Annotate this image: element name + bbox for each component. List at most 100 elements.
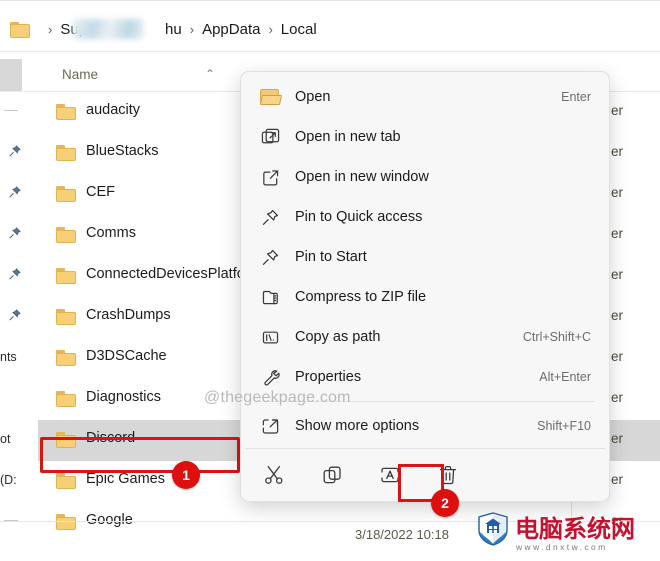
file-type-label: er [611,431,624,446]
file-type-label: er [611,185,624,200]
menu-action-toolbar [245,449,605,501]
open-folder-icon [255,87,285,107]
file-name-label: Diagnostics [86,389,161,405]
pin-icon [8,308,22,322]
status-divider [0,521,660,522]
file-name-label: audacity [86,102,141,118]
window-top-divider [0,0,660,1]
file-type-label: er [611,267,624,282]
pin-icon [255,247,285,267]
pin-icon [8,267,22,281]
folder-icon [56,186,78,203]
wrench-icon [255,367,285,387]
folder-icon [56,268,78,285]
nav-item-label[interactable]: nts [0,350,17,364]
chevron-up-icon[interactable]: ⌃ [205,68,215,80]
breadcrumb-item-appdata[interactable]: AppData [202,21,260,38]
menu-item-pin-to-quick-access[interactable]: Pin to Quick access [245,197,605,237]
file-type-label: er [611,103,624,118]
menu-item-label: Compress to ZIP file [295,289,427,305]
file-name-label: CrashDumps [86,307,171,323]
menu-item-shortcut: Alt+Enter [539,370,591,384]
file-type-label: er [611,472,624,487]
menu-item-show-more-options[interactable]: Show more options Shift+F10 [245,406,605,446]
menu-item-label: Show more options [295,418,420,434]
menu-item-shortcut: Enter [561,90,591,104]
file-type-label: er [611,226,624,241]
copy-path-icon [255,327,285,347]
menu-item-label: Copy as path [295,329,381,345]
file-name-label: ConnectedDevicesPlatfor [86,266,250,282]
folder-icon [56,145,78,162]
folder-icon [56,432,78,449]
menu-item-properties[interactable]: Properties Alt+Enter [245,357,605,397]
file-name-label: D3DSCache [86,348,167,364]
annotation-badge-1: 1 [172,461,200,489]
file-name-label: Google [86,512,133,528]
breadcrumb-user-suffix: hu [165,21,182,38]
menu-item-label: Open in new tab [295,129,401,145]
file-type-label: er [611,349,624,364]
folder-icon [56,514,78,531]
select-all-checkbox[interactable] [0,59,22,91]
new-tab-icon [255,127,285,147]
breadcrumb-item-local[interactable]: Local [281,21,317,38]
address-bar[interactable]: › Suphu › AppData › Local [0,8,660,52]
menu-item-compress-to-zip-file[interactable]: Compress to ZIP file [245,277,605,317]
menu-separator [255,401,595,402]
copy-icon[interactable] [319,462,345,488]
breadcrumb-separator-2: › [189,22,195,37]
file-type-label: er [611,308,624,323]
watermark-url: www.dnxtw.com [516,542,608,552]
folder-icon [10,21,32,39]
menu-item-label: Open in new window [295,169,429,185]
menu-item-shortcut: Ctrl+Shift+C [522,330,591,344]
folder-icon [56,104,78,121]
rename-icon[interactable] [377,462,403,488]
pin-icon [255,207,285,227]
date-modified-value: 3/18/2022 10:18 [355,527,449,542]
column-header-name[interactable]: Name [62,67,98,82]
file-name-label: Epic Games [86,471,165,487]
nav-item-label[interactable]: ot [0,432,10,446]
folder-icon [56,309,78,326]
file-name-label: Comms [86,225,136,241]
file-type-label: er [611,144,624,159]
pin-icon [8,144,22,158]
menu-item-label: Pin to Quick access [295,209,423,225]
breadcrumb-separator: › [48,22,53,37]
context-menu[interactable]: Open Enter Open in new tab Open in new wind… [240,71,610,502]
file-type-label: er [611,390,624,405]
file-explorer-window: › Suphu › AppData › Local Name ⌃ nts ot (D… [0,0,660,561]
menu-item-label: Open [295,89,331,105]
breadcrumb-separator-3: › [268,22,273,37]
pin-icon [8,185,22,199]
menu-item-open-in-new-tab[interactable]: Open in new tab [245,117,605,157]
menu-item-open[interactable]: Open Enter [245,77,605,117]
file-name-label: BlueStacks [86,143,159,159]
folder-icon [56,391,78,408]
folder-icon [56,473,78,490]
delete-icon[interactable] [435,462,461,488]
navigation-pane: nts ot (D: [0,92,38,561]
nav-item-label[interactable]: (D: [0,473,17,487]
more-options-icon [255,416,285,436]
menu-item-shortcut: Shift+F10 [537,419,591,433]
menu-item-pin-to-start[interactable]: Pin to Start [245,237,605,277]
annotation-badge-2: 2 [431,489,459,517]
menu-item-label: Pin to Start [295,249,367,265]
file-name-label: CEF [86,184,115,200]
zip-icon [255,287,285,307]
nav-separator [4,110,18,111]
file-row[interactable]: Google er [38,502,660,543]
folder-icon [56,227,78,244]
new-window-icon [255,167,285,187]
menu-item-label: Properties [295,369,362,385]
pin-icon [8,226,22,240]
file-name-label: Discord [86,430,136,446]
breadcrumb-item-user[interactable]: Suphu [60,19,182,39]
menu-item-copy-as-path[interactable]: Copy as path Ctrl+Shift+C [245,317,605,357]
blurred-username-region [73,19,144,39]
menu-item-open-in-new-window[interactable]: Open in new window [245,157,605,197]
cut-icon[interactable] [261,462,287,488]
